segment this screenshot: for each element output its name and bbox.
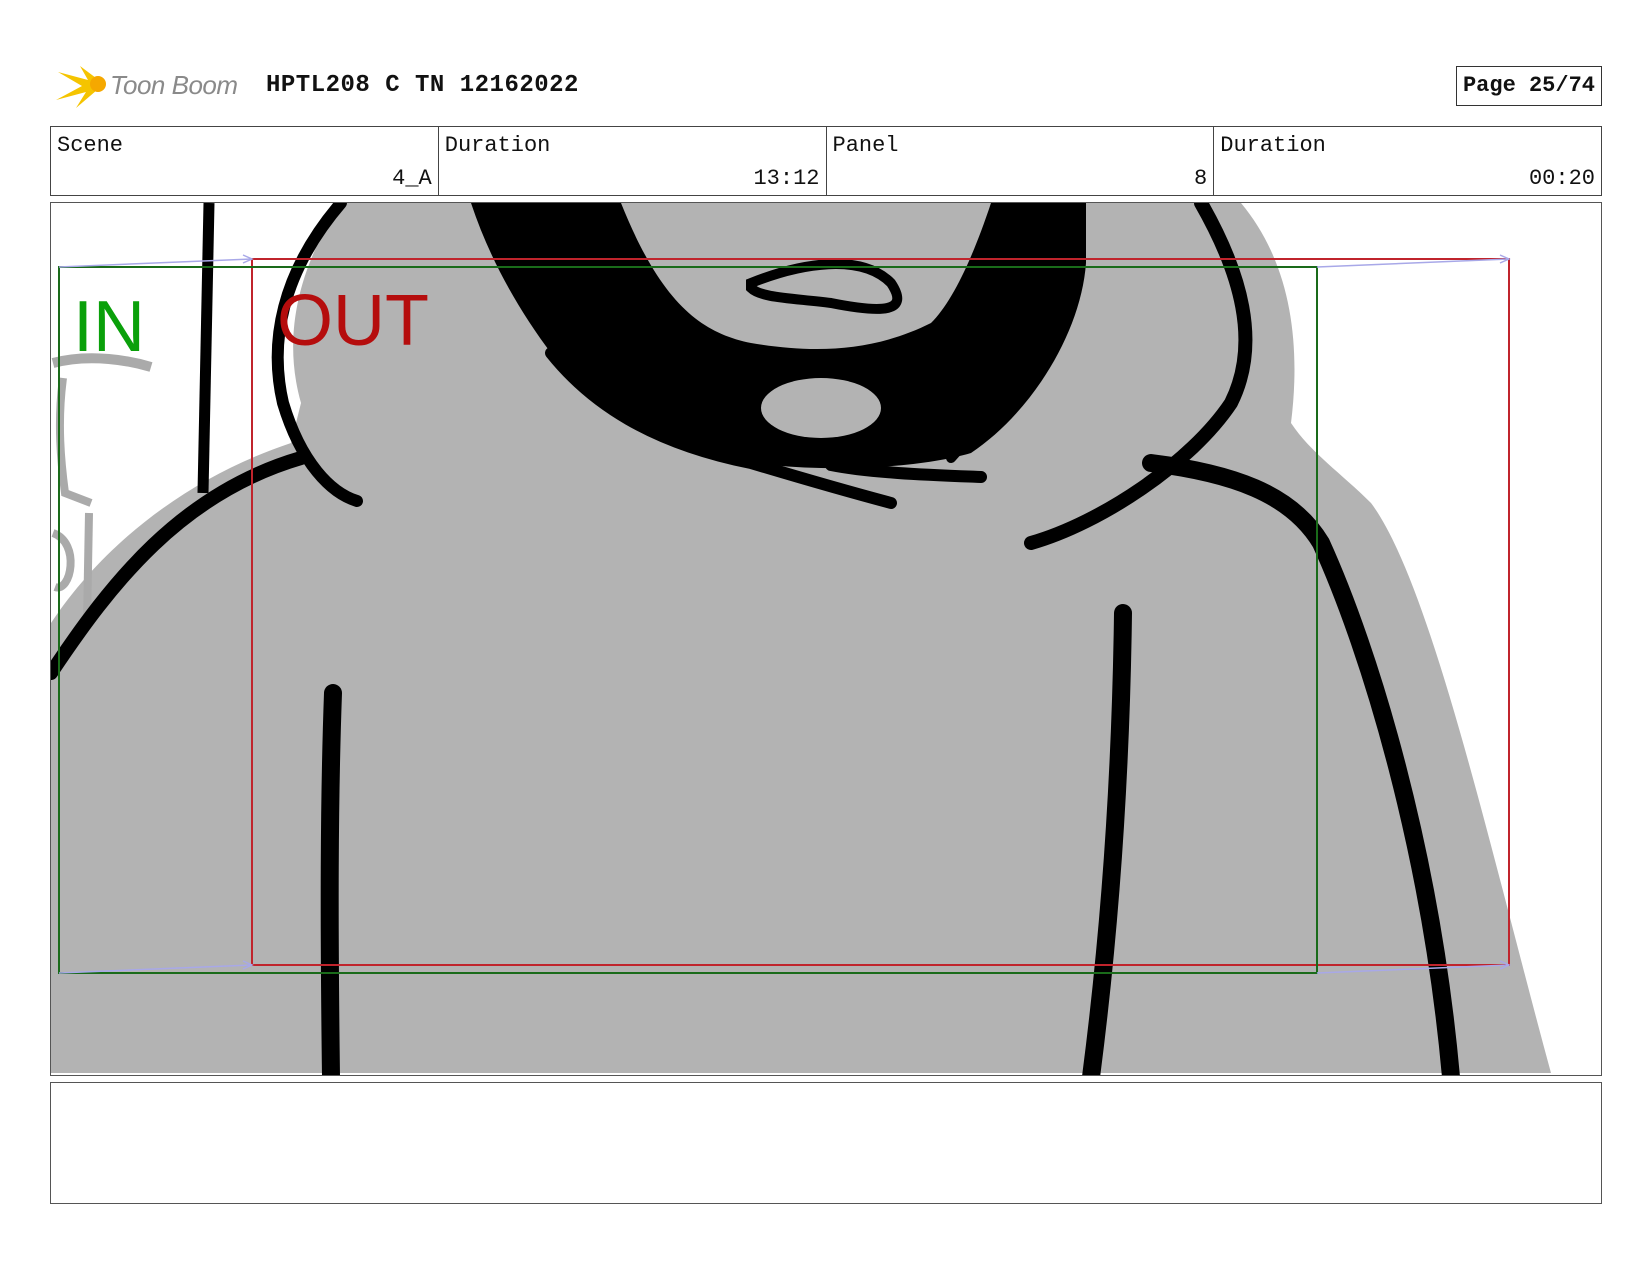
scene-cell: Scene 4_A	[51, 127, 439, 195]
scene-value: 4_A	[392, 166, 432, 191]
panel-notes-box	[50, 1082, 1602, 1204]
chin-highlight	[761, 378, 881, 438]
storyboard-panel-frame: IN OUT	[50, 202, 1602, 1076]
left-drawstring	[320, 684, 342, 1075]
project-title: HPTL208 C TN 12162022	[266, 72, 579, 99]
panel-duration-value: 00:20	[1528, 166, 1595, 191]
panel-value: 8	[1194, 166, 1208, 191]
panel-duration-label: Duration	[1220, 133, 1326, 158]
motion-arrow-top-left	[58, 258, 253, 268]
scene-duration-value: 13:12	[753, 166, 820, 191]
panel-label: Panel	[832, 133, 899, 158]
star-burst-icon	[56, 66, 106, 108]
pole-line	[197, 203, 215, 494]
in-label: IN	[73, 287, 145, 367]
page-indicator: Page 25/74	[1455, 66, 1602, 106]
out-label: OUT	[277, 281, 429, 361]
scene-duration-label: Duration	[444, 133, 551, 158]
scene-label: Scene	[57, 133, 124, 158]
toon-boom-logo: Toon Boom	[54, 60, 254, 112]
motion-arrow-top-right	[1316, 258, 1510, 268]
scene-duration-cell: Duration 13:12	[439, 127, 827, 195]
storyboard-header: Toon Boom HPTL208 C TN 12162022 Page 25/…	[50, 58, 1602, 110]
panel-duration-cell: Duration 00:20	[1214, 127, 1601, 195]
logo-text: Toon Boom	[110, 70, 238, 100]
panel-cell: Panel 8	[827, 127, 1215, 195]
panel-info-table: Scene 4_A Duration 13:12 Panel 8 Duratio…	[50, 126, 1602, 196]
